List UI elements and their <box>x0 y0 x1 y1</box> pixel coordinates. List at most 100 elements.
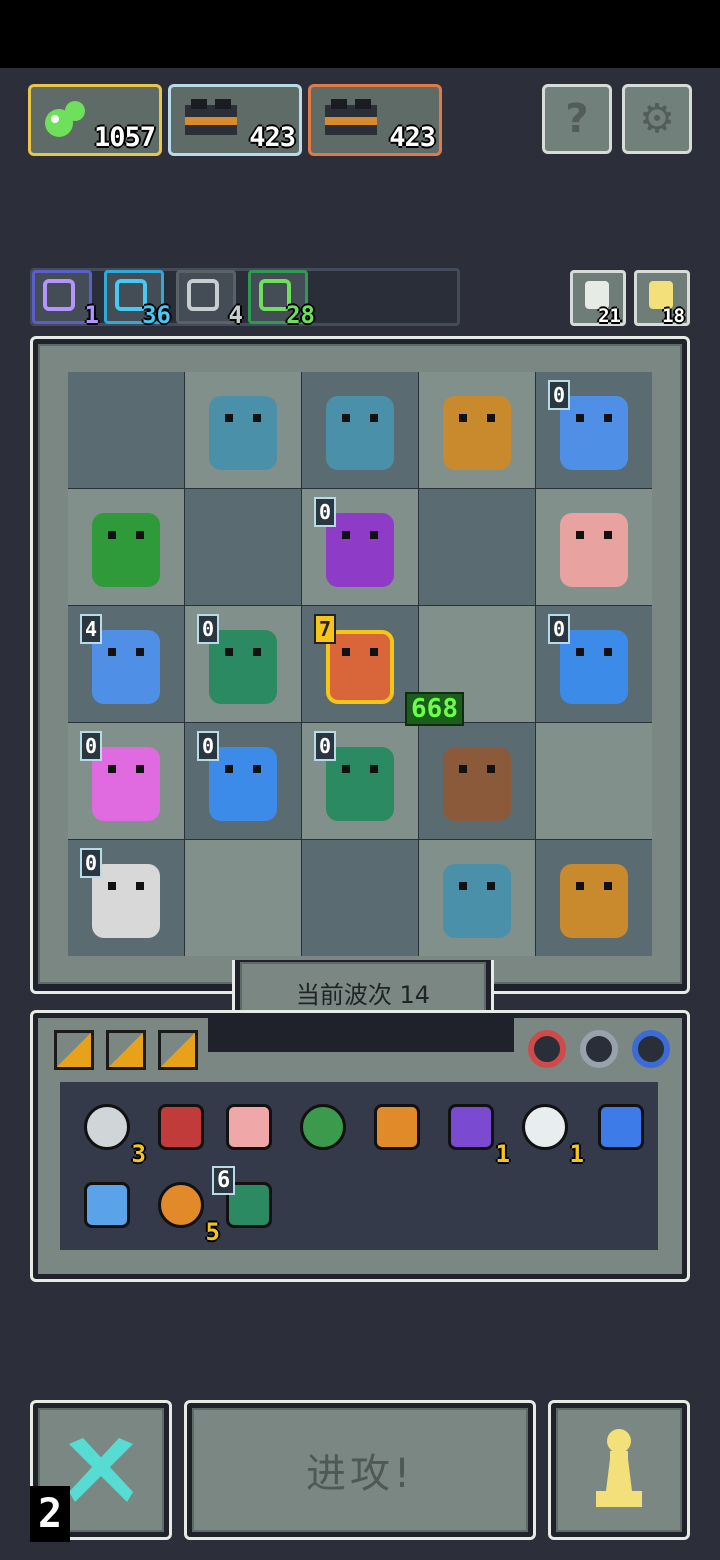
dwarf-warrior-unit[interactable]: 668 <box>326 630 464 726</box>
board-cell[interactable] <box>419 489 535 605</box>
unit-level-badge: 0 <box>197 614 219 644</box>
lightning-icon <box>43 279 75 311</box>
piggy-icon[interactable] <box>218 1096 280 1158</box>
wing-icon[interactable]: 1 <box>514 1096 584 1168</box>
blue-flame-unit[interactable] <box>560 630 628 704</box>
blue-wisp-icon[interactable] <box>590 1096 652 1158</box>
item-shape <box>158 1182 204 1228</box>
pink-demon-unit[interactable] <box>92 747 160 821</box>
unit-level-badge: 0 <box>548 614 570 644</box>
blue-flame-unit[interactable] <box>209 747 277 821</box>
arrow-icon[interactable] <box>292 1096 354 1158</box>
board-cell[interactable] <box>302 840 418 956</box>
unit-level-badge: 0 <box>314 731 336 761</box>
unit-level-badge: 0 <box>548 380 570 410</box>
amulet-icon[interactable] <box>150 1096 212 1158</box>
chest-resource-orange[interactable]: 423 <box>308 84 442 156</box>
old-sage-unit[interactable] <box>92 864 160 938</box>
board-cell[interactable]: 0 <box>68 723 184 839</box>
slime-orb-icon[interactable] <box>76 1174 138 1236</box>
board-cell[interactable]: 0 <box>302 489 418 605</box>
item-shape <box>300 1104 346 1150</box>
purple-dragon-unit[interactable] <box>326 513 394 587</box>
board-cell[interactable] <box>536 840 652 956</box>
board-cell[interactable] <box>185 489 301 605</box>
board-cell[interactable]: 0 <box>302 723 418 839</box>
board-cell[interactable]: 4 <box>68 606 184 722</box>
treasure-chest-icon <box>321 95 377 145</box>
board-cell[interactable] <box>419 723 535 839</box>
potion-jar-icon[interactable]: 1 <box>440 1096 510 1168</box>
rune-circle-icon[interactable]: 5 <box>150 1174 220 1246</box>
mini-value: 21 <box>598 305 621 327</box>
unit-eyes <box>342 414 378 422</box>
help-button[interactable]: ? <box>542 84 612 154</box>
board-grid: 0 0 4 0 668 7 0 0 0 0 0 <box>68 372 652 956</box>
treasure-chest-icon <box>181 95 237 145</box>
board-cell[interactable]: 0 <box>185 606 301 722</box>
chest-resource-blue[interactable]: 423 <box>168 84 302 156</box>
board-cell[interactable]: 668 7 <box>302 606 464 726</box>
snail-unit[interactable] <box>560 513 628 587</box>
key-button[interactable]: 18 <box>634 270 690 327</box>
zombie-unit[interactable] <box>443 864 511 938</box>
board-cell[interactable]: 0 <box>68 840 184 956</box>
attack-button[interactable]: 进攻! <box>184 1400 536 1540</box>
pawn-button[interactable] <box>548 1400 690 1540</box>
board-cell[interactable]: 0 <box>536 372 652 488</box>
shuffle-count: 2 <box>30 1486 70 1542</box>
board-cell[interactable] <box>536 489 652 605</box>
blue-ring-icon[interactable] <box>632 1030 670 1068</box>
serpent-unit[interactable] <box>209 630 277 704</box>
stat-swirl: 36 <box>104 270 171 329</box>
unit-eyes <box>576 648 612 656</box>
stat-value: 1 <box>84 301 99 329</box>
board-cell[interactable] <box>185 372 301 488</box>
serpent-unit[interactable] <box>326 747 394 821</box>
red-ring-icon[interactable] <box>528 1030 566 1068</box>
zombie-unit[interactable] <box>209 396 277 470</box>
board-cell[interactable] <box>419 840 535 956</box>
unit-level-badge: 4 <box>80 614 102 644</box>
globe-icon[interactable]: 6 <box>212 1166 280 1236</box>
green-slime-icon <box>41 95 91 145</box>
board-cell[interactable] <box>68 372 184 488</box>
refresh-button[interactable]: 21 <box>570 270 626 327</box>
board-cell[interactable] <box>536 723 652 839</box>
unit-eyes <box>459 882 495 890</box>
ice-golem-unit[interactable] <box>560 396 628 470</box>
treant-unit[interactable] <box>92 513 160 587</box>
board-cell[interactable] <box>185 840 301 956</box>
chest-golem-unit[interactable] <box>443 396 511 470</box>
board-cell[interactable] <box>302 372 418 488</box>
unit-level-badge: 0 <box>314 497 336 527</box>
board-cell[interactable] <box>419 372 535 488</box>
unit-eyes <box>576 882 612 890</box>
unit-eyes <box>225 414 261 422</box>
ice-golem-unit[interactable] <box>92 630 160 704</box>
chest-golem-unit[interactable] <box>560 864 628 938</box>
resource-count: 1057 <box>93 122 156 153</box>
dryad-unit[interactable] <box>443 747 511 821</box>
claw-icon[interactable] <box>366 1096 428 1158</box>
board-cell[interactable]: 0 <box>536 606 652 722</box>
item-shape <box>84 1182 130 1228</box>
pawn-icon <box>596 1429 642 1507</box>
unit-eyes <box>108 648 144 656</box>
zombie-unit[interactable] <box>326 396 394 470</box>
stat-seed: 28 <box>248 270 315 329</box>
stat-value: 4 <box>228 301 243 329</box>
stat-value: 28 <box>286 301 315 329</box>
scroll-icon[interactable]: 3 <box>76 1096 146 1168</box>
armor-ring-icon[interactable] <box>580 1030 618 1068</box>
green-blob-resource[interactable]: 1057 <box>28 84 162 156</box>
board-cell[interactable]: 0 <box>185 723 301 839</box>
rank-triangle-icon <box>106 1030 146 1070</box>
cross-swords-icon <box>69 1438 133 1502</box>
rank-triangle-icon <box>158 1030 198 1070</box>
unit-hp: 668 <box>405 692 464 726</box>
board-cell[interactable] <box>68 489 184 605</box>
resource-count: 423 <box>249 122 296 153</box>
settings-button[interactable]: ⚙ <box>622 84 692 154</box>
item-shape <box>598 1104 644 1150</box>
